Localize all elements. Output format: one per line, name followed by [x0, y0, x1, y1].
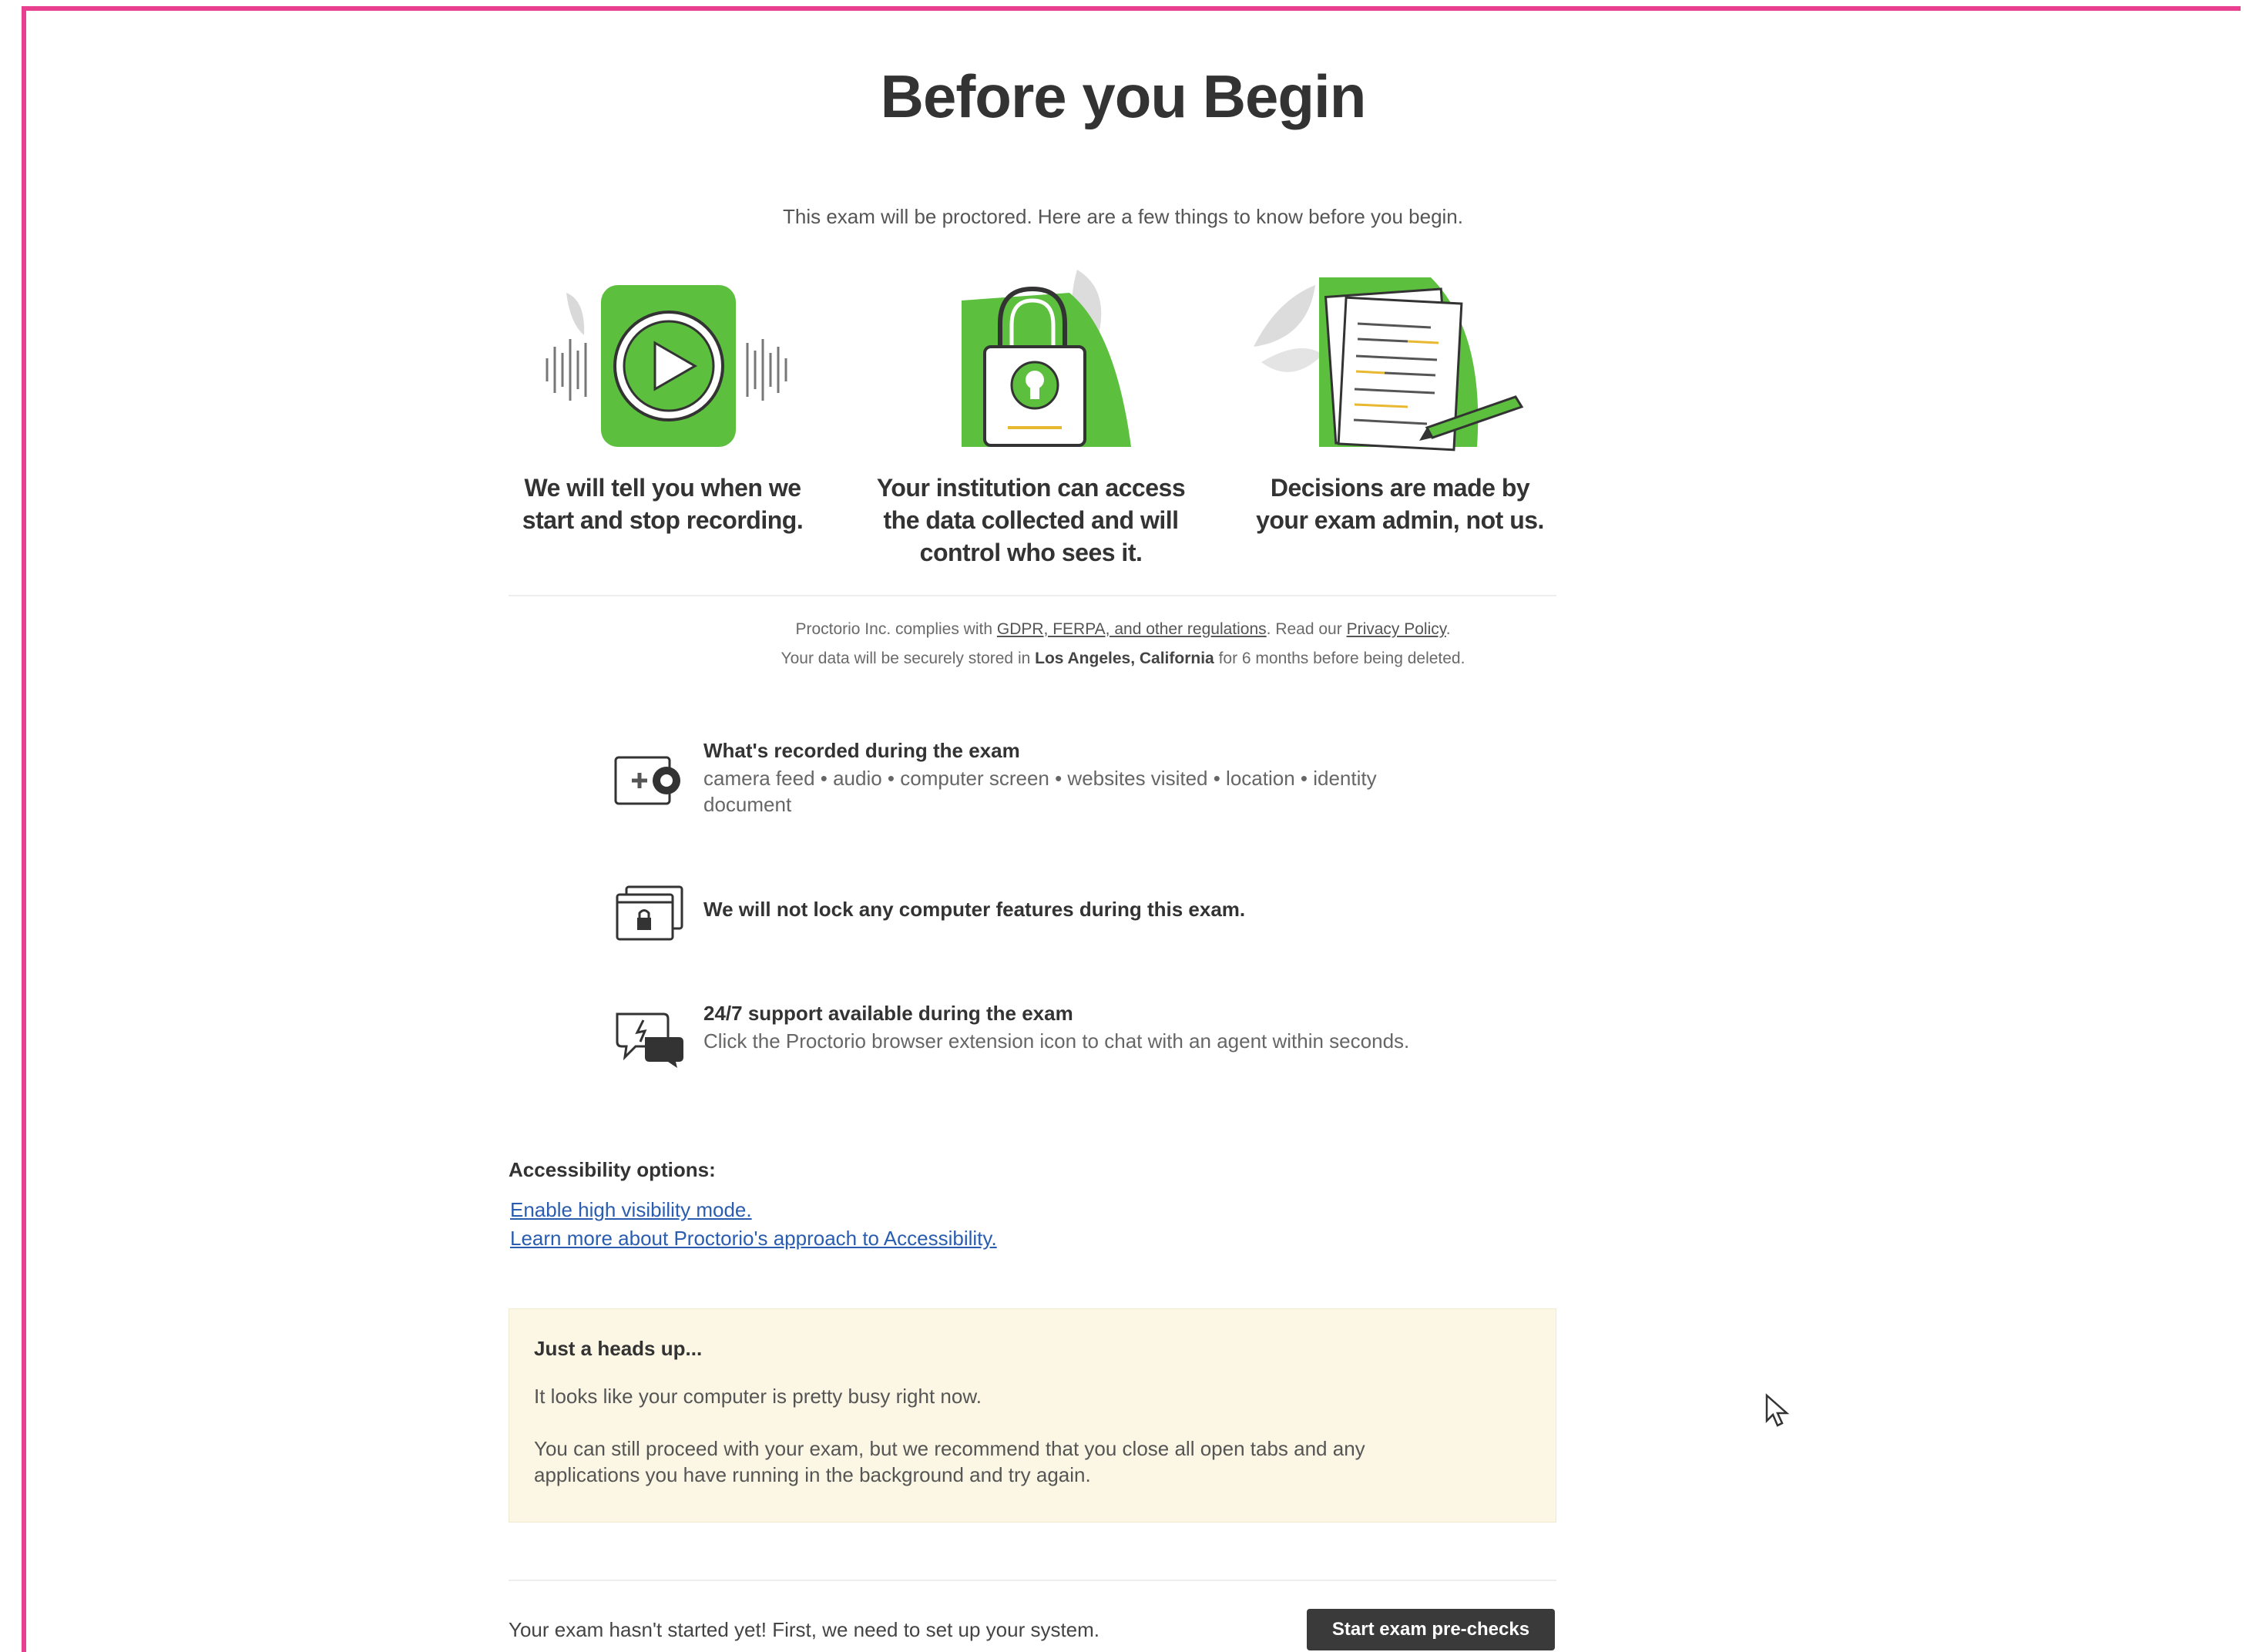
- heads-up-recommendation: You can still proceed with your exam, bu…: [534, 1437, 1365, 1486]
- start-exam-prechecks-button[interactable]: Start exam pre-checks: [1307, 1609, 1555, 1650]
- info-column-institution: Your institution can access the data col…: [861, 270, 1200, 570]
- feature-recorded-desc: camera feed • audio • computer screen • …: [703, 767, 1377, 816]
- accessibility-approach-link[interactable]: Learn more about Proctorio's approach to…: [510, 1227, 997, 1251]
- privacy-policy-link[interactable]: Privacy Policy: [1347, 620, 1446, 638]
- recording-caption: We will tell you when we start and stop …: [522, 474, 804, 534]
- feature-support-desc: Click the Proctorio browser extension ic…: [703, 1029, 1410, 1053]
- storage-location: Los Angeles, California: [1035, 650, 1214, 667]
- high-visibility-link[interactable]: Enable high visibility mode.: [510, 1198, 752, 1222]
- decisions-caption: Decisions are made by your exam admin, n…: [1256, 474, 1544, 534]
- feature-no-lock-title: We will not lock any computer features d…: [703, 898, 1246, 921]
- page-title: Before you Begin: [880, 62, 1367, 130]
- play-recording-icon: [546, 285, 787, 447]
- heads-up-message: It looks like your computer is pretty bu…: [534, 1385, 982, 1408]
- chat-support-icon: [616, 1012, 683, 1068]
- heads-up-title: Just a heads up...: [534, 1337, 703, 1360]
- section-divider: [509, 595, 1556, 596]
- feature-support-title: 24/7 support available during the exam: [703, 1002, 1073, 1025]
- mouse-cursor-icon: [1765, 1393, 1790, 1427]
- page-subtitle: This exam will be proctored. Here are a …: [782, 205, 1463, 228]
- footer-divider: [509, 1580, 1556, 1581]
- padlock-icon: [962, 270, 1131, 447]
- institution-caption: Your institution can access the data col…: [876, 474, 1186, 566]
- heads-up-notice: Just a heads up... It looks like your co…: [509, 1308, 1556, 1523]
- locked-window-icon: [616, 885, 683, 941]
- compliance-line-1: Proctorio Inc. complies with GDPR, FERPA…: [795, 620, 1451, 638]
- setup-notice: Your exam hasn't started yet! First, we …: [509, 1618, 1100, 1641]
- feature-recorded-title: What's recorded during the exam: [703, 739, 1020, 762]
- camera-feed-icon: [614, 756, 680, 805]
- info-column-decisions: Decisions are made by your exam admin, n…: [1230, 270, 1570, 570]
- document-pen-icon: [1254, 277, 1524, 452]
- accessibility-title: Accessibility options:: [509, 1158, 716, 1181]
- gdpr-link[interactable]: GDPR, FERPA, and other regulations: [997, 620, 1267, 638]
- compliance-line-2: Your data will be securely stored in Los…: [781, 650, 1465, 667]
- info-column-recording: We will tell you when we start and stop …: [493, 270, 832, 570]
